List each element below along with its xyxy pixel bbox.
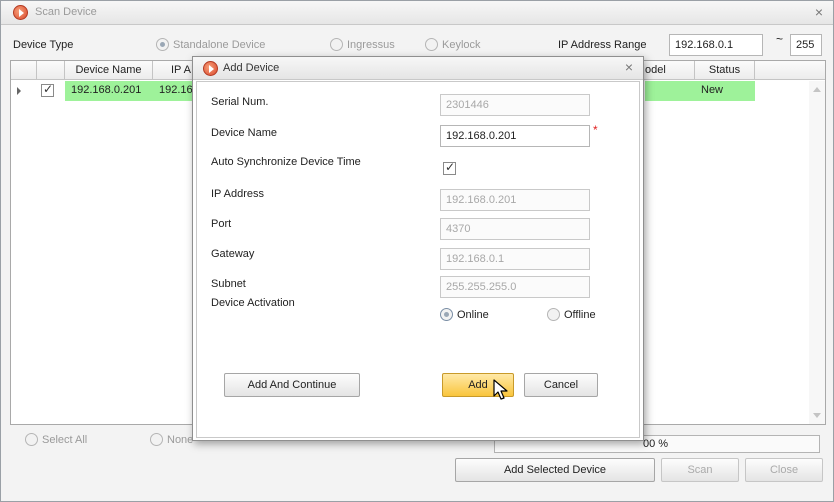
scan-button[interactable]: Scan bbox=[661, 458, 739, 482]
row-model bbox=[645, 81, 695, 101]
radio-label: Select All bbox=[42, 433, 88, 446]
header-device-name[interactable]: Device Name bbox=[65, 61, 153, 80]
dialog-title-bar: Add Device × bbox=[193, 57, 643, 80]
serial-input[interactable]: 2301446 bbox=[440, 94, 590, 116]
device-name-input[interactable]: 192.168.0.201 bbox=[440, 125, 590, 147]
ip-start-input[interactable]: 192.168.0.1 bbox=[669, 34, 763, 56]
row-ip-address: 192.168 bbox=[153, 81, 193, 101]
radio-ingressus[interactable]: Ingressus bbox=[330, 38, 395, 51]
auto-sync-label: Auto Synchronize Device Time bbox=[211, 156, 361, 168]
device-type-label: Device Type bbox=[13, 39, 74, 51]
radio-offline[interactable]: Offline bbox=[547, 308, 596, 321]
ip-end-input[interactable]: 255 bbox=[790, 34, 822, 56]
radio-icon bbox=[547, 308, 560, 321]
ip-address-input[interactable]: 192.168.0.201 bbox=[440, 189, 590, 211]
auto-sync-checkbox[interactable] bbox=[443, 160, 456, 175]
gateway-input[interactable]: 192.168.0.1 bbox=[440, 248, 590, 270]
close-button[interactable]: Close bbox=[745, 458, 823, 482]
radio-label: None bbox=[167, 433, 194, 446]
radio-icon bbox=[150, 433, 163, 446]
radio-label: Ingressus bbox=[347, 38, 395, 51]
cancel-button[interactable]: Cancel bbox=[524, 373, 598, 397]
app-logo-icon bbox=[13, 5, 28, 20]
subnet-label: Subnet bbox=[211, 278, 246, 290]
dialog-logo-icon bbox=[203, 61, 218, 76]
dialog-close-button[interactable]: × bbox=[625, 59, 633, 75]
radio-icon bbox=[425, 38, 438, 51]
port-label: Port bbox=[211, 218, 232, 230]
row-device-name: 192.168.0.201 bbox=[65, 81, 153, 101]
row-expander-icon[interactable] bbox=[11, 81, 37, 101]
dialog-body: Serial Num. 2301446 Device Name 192.168.… bbox=[196, 81, 640, 438]
add-and-continue-button[interactable]: Add And Continue bbox=[224, 373, 360, 397]
radio-online[interactable]: Online bbox=[440, 308, 489, 321]
scroll-up-icon[interactable] bbox=[813, 87, 821, 92]
add-device-dialog: Add Device × Serial Num. 2301446 Device … bbox=[192, 56, 644, 441]
header-model[interactable]: odel bbox=[645, 61, 695, 80]
progress-text: 00 % bbox=[643, 438, 669, 450]
header-expander bbox=[11, 61, 37, 80]
radio-icon bbox=[25, 433, 38, 446]
select-none-radio[interactable]: None bbox=[150, 433, 193, 446]
radio-keylock[interactable]: Keylock bbox=[425, 38, 481, 51]
row-status: New bbox=[695, 81, 755, 101]
activation-label: Device Activation bbox=[211, 297, 295, 309]
radio-standalone-device[interactable]: Standalone Device bbox=[156, 38, 265, 51]
port-input[interactable]: 4370 bbox=[440, 218, 590, 240]
radio-selected-icon bbox=[156, 38, 169, 51]
radio-label: Standalone Device bbox=[173, 38, 266, 51]
select-all-radio[interactable]: Select All bbox=[25, 433, 87, 446]
radio-selected-icon bbox=[440, 308, 453, 321]
radio-icon bbox=[330, 38, 343, 51]
header-ip-address[interactable]: IP A bbox=[153, 61, 193, 80]
required-asterisk: * bbox=[593, 123, 598, 137]
radio-label: Offline bbox=[564, 308, 596, 321]
ip-address-label: IP Address bbox=[211, 188, 264, 200]
window-close-button[interactable]: × bbox=[815, 4, 823, 20]
device-name-label: Device Name bbox=[211, 127, 278, 139]
window-title: Scan Device bbox=[35, 6, 97, 18]
gateway-label: Gateway bbox=[211, 248, 255, 260]
radio-label: Online bbox=[457, 308, 489, 321]
scroll-down-icon[interactable] bbox=[813, 413, 821, 418]
header-check bbox=[37, 61, 65, 80]
mouse-pointer-icon bbox=[493, 379, 508, 400]
header-status[interactable]: Status bbox=[695, 61, 755, 80]
serial-label: Serial Num. bbox=[211, 96, 269, 108]
ip-range-label: IP Address Range bbox=[558, 39, 647, 51]
subnet-input[interactable]: 255.255.255.0 bbox=[440, 276, 590, 298]
range-separator: ~ bbox=[776, 32, 784, 46]
dialog-title: Add Device bbox=[223, 62, 280, 74]
grid-scrollbar[interactable] bbox=[809, 81, 825, 424]
add-selected-device-button[interactable]: Add Selected Device bbox=[455, 458, 655, 482]
title-bar: Scan Device × bbox=[1, 1, 833, 25]
row-checkbox[interactable] bbox=[41, 82, 54, 97]
radio-label: Keylock bbox=[442, 38, 481, 51]
